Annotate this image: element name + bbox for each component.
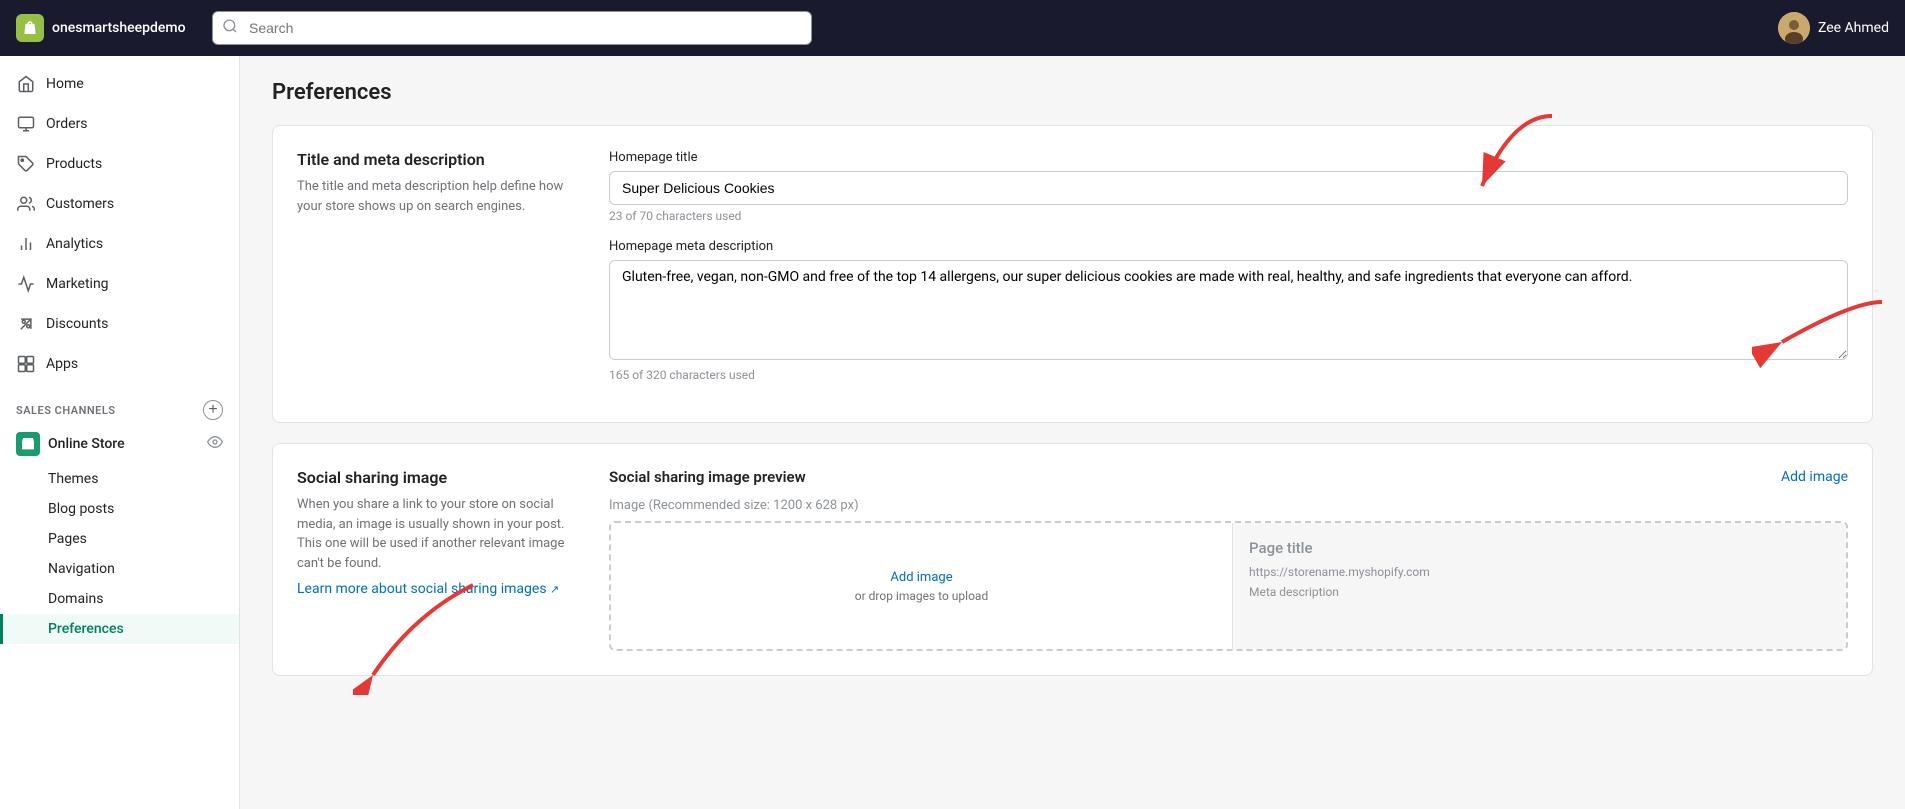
analytics-label: Analytics bbox=[46, 236, 103, 252]
social-title: Social sharing image bbox=[297, 468, 577, 487]
marketing-label: Marketing bbox=[46, 276, 109, 292]
customers-icon bbox=[16, 194, 36, 214]
products-icon bbox=[16, 154, 36, 174]
app-wrapper: onesmartsheepdemo Zee Ahmed bbox=[0, 0, 1905, 809]
sidebar-subitem-pages[interactable]: Pages bbox=[0, 524, 239, 554]
user-name: Zee Ahmed bbox=[1818, 20, 1889, 36]
customers-label: Customers bbox=[46, 196, 114, 212]
learn-more-text: Learn more about social sharing images bbox=[297, 581, 547, 597]
learn-more-link[interactable]: Learn more about social sharing images ↗ bbox=[297, 581, 559, 597]
sidebar-subitem-domains[interactable]: Domains bbox=[0, 584, 239, 614]
sidebar-subitem-blog-posts[interactable]: Blog posts bbox=[0, 494, 239, 524]
homepage-title-field: Homepage title 23 of 70 characters used bbox=[609, 150, 1848, 223]
title-meta-section: Title and meta description The title and… bbox=[297, 150, 1848, 398]
preview-meta-title: Page title bbox=[1249, 539, 1830, 557]
search-input[interactable] bbox=[212, 11, 812, 45]
preview-meta-url: https://storename.myshopify.com bbox=[1249, 565, 1830, 579]
sidebar-item-customers[interactable]: Customers bbox=[0, 184, 239, 224]
brand-area: onesmartsheepdemo bbox=[16, 14, 196, 42]
store-name: onesmartsheepdemo bbox=[52, 20, 186, 36]
products-label: Products bbox=[46, 156, 102, 172]
title-meta-left: Title and meta description The title and… bbox=[297, 150, 577, 398]
sidebar-item-marketing[interactable]: Marketing bbox=[0, 264, 239, 304]
sidebar-subitem-preferences[interactable]: Preferences bbox=[0, 614, 239, 644]
social-preview-title: Social sharing image preview bbox=[609, 468, 806, 486]
homepage-title-hint: 23 of 70 characters used bbox=[609, 209, 1848, 223]
social-right: Social sharing image preview Add image I… bbox=[609, 468, 1848, 651]
image-label: Image (Recommended size: 1200 x 628 px) bbox=[609, 498, 1848, 513]
orders-label: Orders bbox=[46, 116, 88, 132]
preview-meta-desc: Meta description bbox=[1249, 585, 1830, 599]
homepage-title-label: Homepage title bbox=[609, 150, 1848, 165]
apps-label: Apps bbox=[46, 356, 78, 372]
social-left: Social sharing image When you share a li… bbox=[297, 468, 577, 651]
page-title: Preferences bbox=[272, 80, 1873, 105]
top-bar: onesmartsheepdemo Zee Ahmed bbox=[0, 0, 1905, 56]
analytics-icon bbox=[16, 234, 36, 254]
social-card: Social sharing image When you share a li… bbox=[272, 443, 1873, 676]
home-icon bbox=[16, 74, 36, 94]
orders-icon bbox=[16, 114, 36, 134]
sidebar: Home Orders Products bbox=[0, 56, 240, 809]
meta-desc-hint: 165 of 320 characters used bbox=[609, 368, 1848, 382]
image-preview-box: Add image or drop images to upload Page … bbox=[609, 521, 1848, 651]
sidebar-item-online-store[interactable]: Online Store bbox=[0, 424, 239, 464]
title-meta-heading: Title and meta description bbox=[297, 150, 577, 169]
bag-icon bbox=[21, 19, 39, 37]
eye-icon[interactable] bbox=[207, 434, 223, 454]
title-meta-right: Homepage title 23 of 70 characters used … bbox=[609, 150, 1848, 398]
title-meta-desc: The title and meta description help defi… bbox=[297, 177, 577, 216]
sidebar-item-home[interactable]: Home bbox=[0, 64, 239, 104]
add-sales-channel-button[interactable]: + bbox=[203, 400, 223, 420]
discounts-label: Discounts bbox=[46, 316, 108, 332]
meta-desc-label: Homepage meta description bbox=[609, 239, 1848, 254]
image-upload-area[interactable]: Add image or drop images to upload bbox=[611, 523, 1233, 649]
sales-channels-section: SALES CHANNELS + bbox=[0, 384, 239, 424]
homepage-title-input[interactable] bbox=[609, 171, 1848, 205]
sidebar-item-discounts[interactable]: Discounts bbox=[0, 304, 239, 344]
sidebar-nav: Home Orders Products bbox=[0, 56, 239, 652]
discounts-icon bbox=[16, 314, 36, 334]
sidebar-item-analytics[interactable]: Analytics bbox=[0, 224, 239, 264]
add-image-link[interactable]: Add image bbox=[1781, 469, 1848, 485]
search-icon bbox=[222, 18, 238, 38]
sidebar-item-products[interactable]: Products bbox=[0, 144, 239, 184]
upload-link[interactable]: Add image bbox=[890, 570, 952, 585]
shopify-logo bbox=[16, 14, 44, 42]
apps-icon bbox=[16, 354, 36, 374]
meta-desc-textarea[interactable] bbox=[609, 260, 1848, 360]
social-card-inner: Social sharing image When you share a li… bbox=[297, 468, 1848, 651]
home-label: Home bbox=[46, 76, 84, 92]
user-area: Zee Ahmed bbox=[1778, 12, 1889, 44]
title-meta-card: Title and meta description The title and… bbox=[272, 125, 1873, 423]
main-content: Preferences Title and meta description T… bbox=[240, 56, 1905, 809]
sidebar-item-orders[interactable]: Orders bbox=[0, 104, 239, 144]
upload-hint: or drop images to upload bbox=[855, 589, 988, 603]
online-store-label: Online Store bbox=[48, 436, 125, 452]
online-store-icon bbox=[16, 432, 40, 456]
main-area: Home Orders Products bbox=[0, 56, 1905, 809]
sidebar-subitem-navigation[interactable]: Navigation bbox=[0, 554, 239, 584]
social-desc: When you share a link to your store on s… bbox=[297, 495, 577, 573]
preview-meta: Page title https://storename.myshopify.c… bbox=[1233, 523, 1846, 649]
avatar bbox=[1778, 12, 1810, 44]
sidebar-item-apps[interactable]: Apps bbox=[0, 344, 239, 384]
marketing-icon bbox=[16, 274, 36, 294]
sidebar-subitem-themes[interactable]: Themes bbox=[0, 464, 239, 494]
meta-desc-field: Homepage meta description 165 of 320 cha… bbox=[609, 239, 1848, 382]
external-link-icon: ↗ bbox=[550, 583, 559, 596]
social-right-header: Social sharing image preview Add image bbox=[609, 468, 1848, 486]
search-bar bbox=[212, 11, 812, 45]
